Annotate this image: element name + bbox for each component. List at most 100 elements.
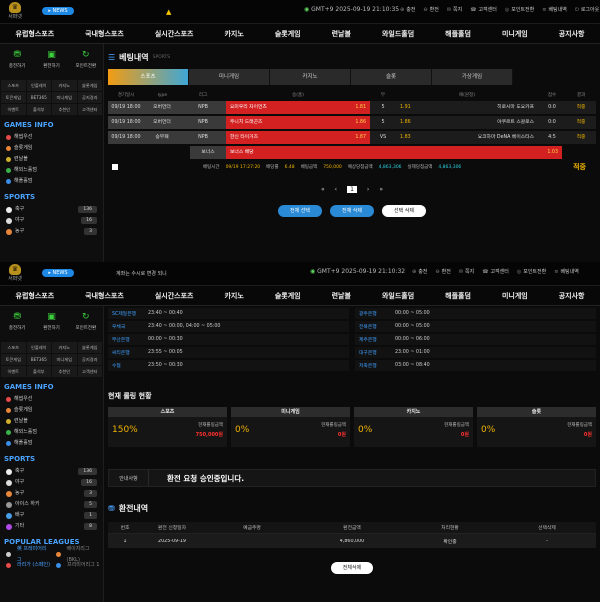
home-pick[interactable]: 주니치 드래곤즈 1.86 bbox=[226, 116, 370, 129]
sport-item[interactable]: 아이스 하키 5 bbox=[0, 499, 103, 510]
news-button[interactable]: ▸ NEWS bbox=[42, 269, 74, 277]
link-point[interactable]: ◎ 포인트전환 bbox=[505, 6, 534, 13]
game-item[interactable]: 련날볼 bbox=[0, 416, 103, 427]
delete-all-button[interactable]: 전체 삭제 bbox=[330, 205, 374, 217]
nav-casino[interactable]: 카지노 bbox=[224, 291, 243, 301]
link-betlog[interactable]: ≡ 베팅내역 bbox=[542, 6, 567, 13]
game-item[interactable]: 해외느홀덤 bbox=[0, 165, 103, 176]
link-withdraw[interactable]: ⊖ 환전 bbox=[423, 6, 438, 13]
nav-notice[interactable]: 공지사항 bbox=[559, 291, 585, 301]
grid-item[interactable]: 카지노 bbox=[52, 80, 77, 91]
game-item[interactable]: 슬롯게임 bbox=[0, 405, 103, 416]
sport-item[interactable]: 기타 8 bbox=[0, 521, 103, 532]
grid-item[interactable]: 인플레이 bbox=[26, 342, 51, 353]
league-row[interactable]: 라리가 (스페인) 프리미어리그 1 bbox=[0, 560, 103, 571]
tab-slot[interactable]: 슬롯 bbox=[351, 69, 432, 85]
link-withdraw[interactable]: ⊖ 환전 bbox=[435, 268, 450, 275]
grid-item[interactable]: 카지노 bbox=[52, 342, 77, 353]
grid-item[interactable]: 토큰게임 bbox=[1, 354, 26, 365]
link-support[interactable]: ☎ 고객센터 bbox=[482, 268, 509, 275]
next-page-icon[interactable]: › bbox=[367, 186, 369, 193]
sport-item[interactable]: 배구 1 bbox=[0, 510, 103, 521]
link-betlog[interactable]: ≡ 베팅내역 bbox=[554, 268, 579, 275]
nav-power[interactable]: 련날볼 bbox=[332, 291, 351, 301]
withdraw-button[interactable]: ▣ 환전하기 bbox=[35, 312, 67, 342]
delete-selected-button[interactable]: 선택 삭제 bbox=[382, 205, 426, 217]
nav-live-sports[interactable]: 실시간스포츠 bbox=[155, 291, 194, 301]
tab-sports[interactable]: 스포츠 bbox=[108, 69, 189, 85]
link-support[interactable]: ☎ 고객센터 bbox=[470, 6, 497, 13]
nav-mini[interactable]: 미니게임 bbox=[502, 291, 528, 301]
nav-live-sports[interactable]: 실시간스포츠 bbox=[155, 29, 194, 39]
sport-item[interactable]: 야구 16 bbox=[0, 215, 103, 226]
game-item[interactable]: 슬롯게임 bbox=[0, 143, 103, 154]
nav-holdem2[interactable]: 해플홀덤 bbox=[445, 29, 471, 39]
grid-item[interactable]: 출석부 bbox=[26, 366, 51, 377]
select-checkbox[interactable] bbox=[112, 164, 118, 170]
home-pick[interactable]: 한신 타이거즈 1.87 bbox=[226, 131, 370, 144]
nav-holdem[interactable]: 와일드홀덤 bbox=[382, 291, 414, 301]
sport-item[interactable]: 농구 3 bbox=[0, 226, 103, 237]
grid-item[interactable]: 고객센터 bbox=[77, 104, 102, 115]
deposit-button[interactable]: ⛃ 충전하기 bbox=[1, 50, 33, 80]
nav-power[interactable]: 련날볼 bbox=[332, 29, 351, 39]
game-item[interactable]: 해외느홀덤 bbox=[0, 427, 103, 438]
link-message[interactable]: ✉ 쪽지 bbox=[447, 6, 462, 13]
nav-slot[interactable]: 슬롯게임 bbox=[275, 29, 301, 39]
sport-item[interactable]: 야구 16 bbox=[0, 477, 103, 488]
tab-mini[interactable]: 미니게임 bbox=[189, 69, 270, 85]
nav-slot[interactable]: 슬롯게임 bbox=[275, 291, 301, 301]
grid-item[interactable]: 미니게임 bbox=[52, 354, 77, 365]
home-pick[interactable]: 요미우리 자이언츠 1.81 bbox=[226, 101, 370, 114]
sport-item[interactable]: 축구 136 bbox=[0, 204, 103, 215]
news-button[interactable]: ▸ NEWS bbox=[42, 7, 74, 15]
nav-domestic-sports[interactable]: 국내형스포츠 bbox=[85, 29, 124, 39]
nav-mini[interactable]: 미니게임 bbox=[502, 29, 528, 39]
grid-item[interactable]: 스포츠 bbox=[1, 80, 26, 91]
site-logo[interactable]: ♛ 서퍼넷 bbox=[4, 264, 26, 284]
league-row[interactable]: 英 프레미어리그 베이지리그 (BKL) bbox=[0, 546, 103, 563]
grid-item[interactable]: 슬롯게임 bbox=[77, 80, 102, 91]
first-page-icon[interactable]: « bbox=[321, 186, 325, 193]
link-logout[interactable]: ⏻ 로그아웃 bbox=[575, 6, 599, 13]
withdraw-button[interactable]: ▣ 환전하기 bbox=[35, 50, 67, 80]
nav-notice[interactable]: 공지사항 bbox=[559, 29, 585, 39]
nav-euro-sports[interactable]: 유럽형스포츠 bbox=[16, 291, 55, 301]
tab-casino[interactable]: 카지노 bbox=[270, 69, 351, 85]
link-point[interactable]: ◎ 포인트전환 bbox=[517, 268, 546, 275]
nav-euro-sports[interactable]: 유럽형스포츠 bbox=[16, 29, 55, 39]
game-item[interactable]: 해플홀덤 bbox=[0, 176, 103, 187]
page-number[interactable]: 1 bbox=[347, 186, 357, 193]
link-deposit[interactable]: ⊕ 충전 bbox=[412, 268, 427, 275]
grid-item[interactable]: 미니게임 bbox=[52, 92, 77, 103]
link-message[interactable]: ✉ 쪽지 bbox=[459, 268, 474, 275]
deposit-button[interactable]: ⛃ 충전하기 bbox=[1, 312, 33, 342]
point-button[interactable]: ↻ 포인트전환 bbox=[70, 312, 102, 342]
grid-item[interactable]: 스포츠 bbox=[1, 342, 26, 353]
delete-all-button[interactable]: 전체삭제 bbox=[330, 562, 374, 574]
game-item[interactable]: 련날볼 bbox=[0, 154, 103, 165]
sport-item[interactable]: 농구 3 bbox=[0, 488, 103, 499]
sport-item[interactable]: 축구 136 bbox=[0, 466, 103, 477]
grid-item[interactable]: 추천인 bbox=[52, 104, 77, 115]
nav-holdem[interactable]: 와일드홀덤 bbox=[382, 29, 414, 39]
tab-virtual[interactable]: 가상게임 bbox=[432, 69, 513, 85]
grid-item[interactable]: 공지경과 bbox=[77, 92, 102, 103]
grid-item[interactable]: 이벤트 bbox=[1, 104, 26, 115]
last-page-icon[interactable]: » bbox=[379, 186, 383, 193]
grid-item[interactable]: 공지경과 bbox=[77, 354, 102, 365]
game-item[interactable]: 해플홀덤 bbox=[0, 438, 103, 449]
grid-item[interactable]: 이벤트 bbox=[1, 366, 26, 377]
grid-item[interactable]: 슬롯게임 bbox=[77, 342, 102, 353]
select-all-button[interactable]: 전체 선택 bbox=[278, 205, 322, 217]
grid-item[interactable]: BET365 bbox=[26, 92, 51, 103]
prev-page-icon[interactable]: ‹ bbox=[335, 186, 337, 193]
nav-holdem2[interactable]: 해플홀덤 bbox=[445, 291, 471, 301]
grid-item[interactable]: BET365 bbox=[26, 354, 51, 365]
game-item[interactable]: 해썹우선 bbox=[0, 394, 103, 405]
link-deposit[interactable]: ⊕ 충전 bbox=[400, 6, 415, 13]
point-button[interactable]: ↻ 포인트전환 bbox=[70, 50, 102, 80]
grid-item[interactable]: 추천인 bbox=[52, 366, 77, 377]
nav-casino[interactable]: 카지노 bbox=[224, 29, 243, 39]
grid-item[interactable]: 출석부 bbox=[26, 104, 51, 115]
